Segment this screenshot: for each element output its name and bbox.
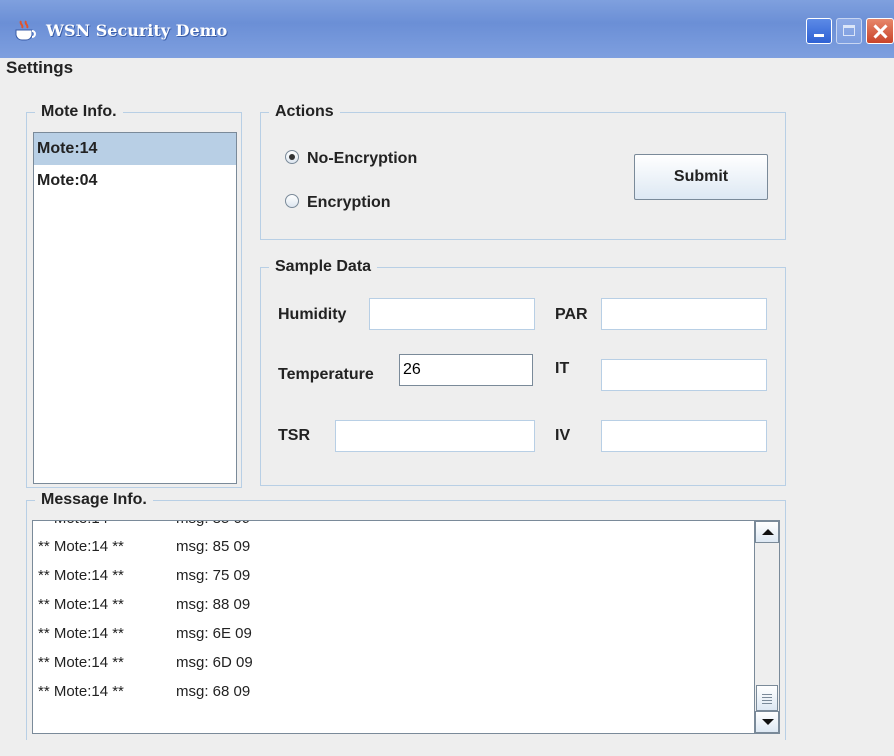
message-row: ** Mote:14 ** msg: 85 09 <box>38 532 250 561</box>
message-mote: ** Mote:14 ** <box>38 683 124 700</box>
java-cup-icon <box>15 20 36 41</box>
radio-selected-icon <box>285 149 299 164</box>
message-text: msg: 6D 09 <box>176 654 253 671</box>
iv-label: IV <box>555 427 571 444</box>
message-mote: ** Mote:14 ** <box>38 538 124 555</box>
message-row: ** Mote:14 ** msg: 6E 09 <box>38 619 252 648</box>
encryption-radio[interactable]: Encryption <box>285 192 391 214</box>
message-mote: ** Mote:14 ** <box>38 596 124 613</box>
mote-info-legend: Mote Info. <box>35 102 123 122</box>
message-row: ** Mote:14 ** msg: 68 09 <box>38 677 250 706</box>
scroll-thumb[interactable] <box>756 685 778 711</box>
it-label: IT <box>555 360 570 377</box>
message-row: ** Mote:14 ** msg: 75 09 <box>38 561 250 590</box>
temperature-label: Temperature <box>278 366 374 383</box>
message-text: msg: 6E 09 <box>176 625 252 642</box>
encryption-label: Encryption <box>307 194 391 211</box>
minimize-button[interactable] <box>806 18 832 44</box>
message-scrollbar[interactable] <box>754 520 780 734</box>
scroll-up-arrow-icon[interactable] <box>755 521 779 543</box>
par-label: PAR <box>555 306 588 323</box>
mote-info-panel: Mote Info. Mote:14 Mote:04 <box>26 102 242 488</box>
close-button[interactable] <box>866 18 894 44</box>
window-title: WSN Security Demo <box>46 21 228 40</box>
no-encryption-label: No-Encryption <box>307 150 418 167</box>
message-log[interactable]: ** Mote:14 ** msg: 85 09 ** Mote:14 ** msg… <box>32 520 780 734</box>
message-mote: ** Mote:14 ** <box>38 567 124 584</box>
message-text: msg: 68 09 <box>176 683 251 700</box>
menu-bar: Settings <box>0 58 894 84</box>
iv-input[interactable] <box>601 420 767 452</box>
message-row: ** Mote:14 ** msg: 88 09 <box>38 590 250 619</box>
sample-data-legend: Sample Data <box>269 257 378 277</box>
mote-list[interactable]: Mote:14 Mote:04 <box>33 132 237 484</box>
message-text: msg: 85 09 <box>176 538 251 555</box>
mote-list-item[interactable]: Mote:04 <box>34 165 236 197</box>
submit-button[interactable]: Submit <box>634 154 768 200</box>
message-mote: ** Mote:14 ** <box>38 625 124 642</box>
humidity-label: Humidity <box>278 306 347 323</box>
message-info-legend: Message Info. <box>35 490 153 510</box>
no-encryption-radio[interactable]: No-Encryption <box>285 148 417 170</box>
humidity-input[interactable] <box>369 298 535 330</box>
message-mote: ** Mote:14 ** <box>38 654 124 671</box>
message-text: msg: 75 09 <box>176 567 251 584</box>
par-input[interactable] <box>601 298 767 330</box>
menu-settings[interactable]: Settings <box>6 58 73 78</box>
actions-legend: Actions <box>269 102 340 122</box>
radio-unselected-icon <box>285 193 299 208</box>
sample-data-panel: Sample Data Humidity PAR Temperature IT … <box>260 257 786 486</box>
tsr-input[interactable] <box>335 420 535 452</box>
scroll-down-arrow-icon[interactable] <box>755 711 779 733</box>
actions-panel: Actions No-Encryption Encryption Submit <box>260 102 786 240</box>
maximize-button[interactable] <box>836 18 862 44</box>
it-input[interactable] <box>601 359 767 391</box>
title-bar[interactable]: WSN Security Demo <box>0 0 894 58</box>
mote-list-item[interactable]: Mote:14 <box>34 133 236 165</box>
message-text: msg: 88 09 <box>176 596 251 613</box>
tsr-label: TSR <box>278 427 310 444</box>
message-row: ** Mote:14 ** msg: 6D 09 <box>38 648 253 677</box>
temperature-input[interactable] <box>399 354 533 386</box>
